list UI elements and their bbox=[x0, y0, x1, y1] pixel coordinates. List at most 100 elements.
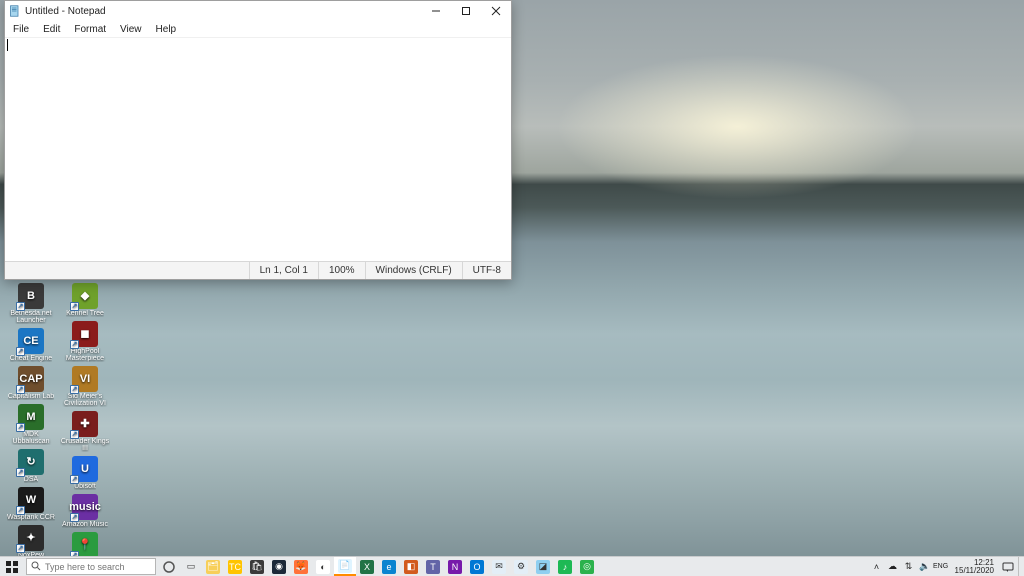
taskbar-notepad[interactable]: 📄 bbox=[334, 557, 356, 576]
desktop-icon[interactable]: CAPCapitalism Lab bbox=[6, 365, 56, 401]
app-blue-icon: ◪ bbox=[536, 560, 550, 574]
desktop-icon-label: HighPool Masterpiece bbox=[60, 348, 110, 362]
desktop-icon-label: Cheat Engine bbox=[10, 355, 52, 362]
menu-edit[interactable]: Edit bbox=[37, 23, 66, 36]
search-box[interactable] bbox=[26, 558, 156, 575]
shortcut-arrow-icon bbox=[70, 302, 79, 311]
language-icon[interactable]: ENG bbox=[935, 561, 947, 573]
volume-icon[interactable]: 🔈 bbox=[919, 561, 931, 573]
menu-view[interactable]: View bbox=[114, 23, 148, 36]
text-area[interactable] bbox=[5, 37, 511, 261]
shortcut-arrow-icon bbox=[70, 430, 79, 439]
shortcut-arrow-icon bbox=[70, 340, 79, 349]
menu-file[interactable]: File bbox=[7, 23, 35, 36]
taskbar-mail[interactable]: ✉ bbox=[488, 557, 510, 576]
show-desktop-button[interactable] bbox=[1018, 557, 1022, 576]
desktop-icon[interactable]: ↻DSA bbox=[6, 448, 56, 484]
taskbar-settings[interactable]: ⚙ bbox=[510, 557, 532, 576]
maximize-button[interactable] bbox=[451, 1, 481, 21]
taskbar-ms-store[interactable]: 🛍 bbox=[246, 557, 268, 576]
taskbar-edge[interactable]: e bbox=[378, 557, 400, 576]
ms-store-icon: 🛍 bbox=[250, 560, 264, 574]
titlebar[interactable]: Untitled - Notepad bbox=[5, 1, 511, 21]
desktop-icon[interactable]: musicAmazon Music bbox=[60, 493, 110, 529]
desktop-icon-image: ✚ bbox=[72, 411, 98, 437]
taskbar-app-orange[interactable]: ◧ bbox=[400, 557, 422, 576]
network-icon[interactable]: ⇅ bbox=[903, 561, 915, 573]
shortcut-arrow-icon bbox=[16, 347, 25, 356]
start-button[interactable] bbox=[0, 557, 24, 576]
task-view-icon: ▭ bbox=[184, 560, 198, 574]
taskbar-clock[interactable]: 12:21 15/11/2020 bbox=[951, 559, 998, 575]
edge-icon: e bbox=[382, 560, 396, 574]
desktop-icon-label: MDK Ubbaluscan bbox=[6, 431, 56, 445]
taskbar-onenote[interactable]: N bbox=[444, 557, 466, 576]
shortcut-arrow-icon bbox=[70, 475, 79, 484]
menu-help[interactable]: Help bbox=[150, 23, 183, 36]
desktop-icon-image: U bbox=[72, 456, 98, 482]
shortcut-arrow-icon bbox=[16, 506, 25, 515]
desktop-icon[interactable]: MMDK Ubbaluscan bbox=[6, 403, 56, 446]
desktop-icon[interactable]: WWasptank CCR bbox=[6, 486, 56, 522]
desktop-icon-label: DSA bbox=[24, 476, 38, 483]
taskbar-steam[interactable]: ◉ bbox=[268, 557, 290, 576]
desktop-icon-image: M bbox=[18, 404, 44, 430]
shortcut-arrow-icon bbox=[16, 385, 25, 394]
taskbar-spotify[interactable]: ♪ bbox=[554, 557, 576, 576]
desktop-icon-image: ◆ bbox=[72, 283, 98, 309]
desktop-icon-image: ◼ bbox=[72, 321, 98, 347]
shortcut-arrow-icon bbox=[16, 544, 25, 553]
desktop-icon[interactable]: ◼HighPool Masterpiece bbox=[60, 320, 110, 363]
desktop-icon[interactable]: ✚Crusader Kings III bbox=[60, 410, 110, 453]
window-title: Untitled - Notepad bbox=[25, 6, 421, 17]
steam-icon: ◉ bbox=[272, 560, 286, 574]
taskbar-chrome[interactable]: ◐ bbox=[312, 557, 334, 576]
shortcut-arrow-icon bbox=[16, 302, 25, 311]
notepad-window[interactable]: Untitled - Notepad File Edit Format View… bbox=[4, 0, 512, 280]
search-input[interactable] bbox=[45, 562, 151, 572]
taskbar-app-green[interactable]: ◎ bbox=[576, 557, 598, 576]
outlook-icon: O bbox=[470, 560, 484, 574]
taskbar-excel[interactable]: X bbox=[356, 557, 378, 576]
cortana-button[interactable] bbox=[158, 557, 180, 576]
status-encoding: UTF-8 bbox=[462, 262, 511, 279]
chevron-up-icon[interactable]: ˄ bbox=[871, 561, 883, 573]
taskbar: ▭ 🗂 TC 🛍 ◉ 🦊◐📄Xe ◧TNO ✉ ⚙ ◪ ♪ ◎ ˄ ☁ ⇅ 🔈 ENG 12:21 1… bbox=[0, 556, 1024, 576]
settings-icon: ⚙ bbox=[514, 560, 528, 574]
desktop-wallpaper[interactable]: BBethesda.net LauncherCECheat EngineCAPC… bbox=[0, 0, 1024, 576]
statusbar: Ln 1, Col 1 100% Windows (CRLF) UTF-8 bbox=[5, 261, 511, 279]
taskbar-firefox[interactable]: 🦊 bbox=[290, 557, 312, 576]
taskbar-app-blue[interactable]: ◪ bbox=[532, 557, 554, 576]
desktop-icon[interactable]: VISid Meier's Civilization VI bbox=[60, 365, 110, 408]
desktop-icon[interactable]: CECheat Engine bbox=[6, 327, 56, 363]
menu-format[interactable]: Format bbox=[68, 23, 112, 36]
close-button[interactable] bbox=[481, 1, 511, 21]
taskbar-teams[interactable]: T bbox=[422, 557, 444, 576]
desktop-icon-image: W bbox=[18, 487, 44, 513]
desktop-icon[interactable]: UUbisoft bbox=[60, 455, 110, 491]
action-center-icon[interactable] bbox=[1002, 561, 1014, 573]
desktop-icons-area: BBethesda.net LauncherCECheat EngineCAPC… bbox=[6, 282, 110, 574]
desktop-icon[interactable]: ◆Kennel Tree bbox=[60, 282, 110, 318]
clock-date: 15/11/2020 bbox=[955, 567, 994, 575]
cortana-icon bbox=[162, 560, 176, 574]
minimize-button[interactable] bbox=[421, 1, 451, 21]
desktop-icon-label: Crusader Kings III bbox=[60, 438, 110, 452]
system-tray: ˄ ☁ ⇅ 🔈 ENG 12:21 15/11/2020 bbox=[871, 557, 1024, 576]
onedrive-icon[interactable]: ☁ bbox=[887, 561, 899, 573]
desktop-icon-image: B bbox=[18, 283, 44, 309]
shortcut-arrow-icon bbox=[70, 513, 79, 522]
taskbar-task-view[interactable]: ▭ bbox=[180, 557, 202, 576]
taskbar-file-explorer[interactable]: 🗂 bbox=[202, 557, 224, 576]
desktop-icon-image: VI bbox=[72, 366, 98, 392]
text-caret bbox=[7, 39, 8, 51]
desktop-icon[interactable]: BBethesda.net Launcher bbox=[6, 282, 56, 325]
mail-icon: ✉ bbox=[492, 560, 506, 574]
file-explorer-icon: 🗂 bbox=[206, 560, 220, 574]
app-green-icon: ◎ bbox=[580, 560, 594, 574]
search-icon bbox=[31, 558, 41, 576]
shortcut-arrow-icon bbox=[16, 423, 25, 432]
desktop-icon-label: Amazon Music bbox=[62, 521, 108, 528]
taskbar-total-commander[interactable]: TC bbox=[224, 557, 246, 576]
taskbar-outlook[interactable]: O bbox=[466, 557, 488, 576]
